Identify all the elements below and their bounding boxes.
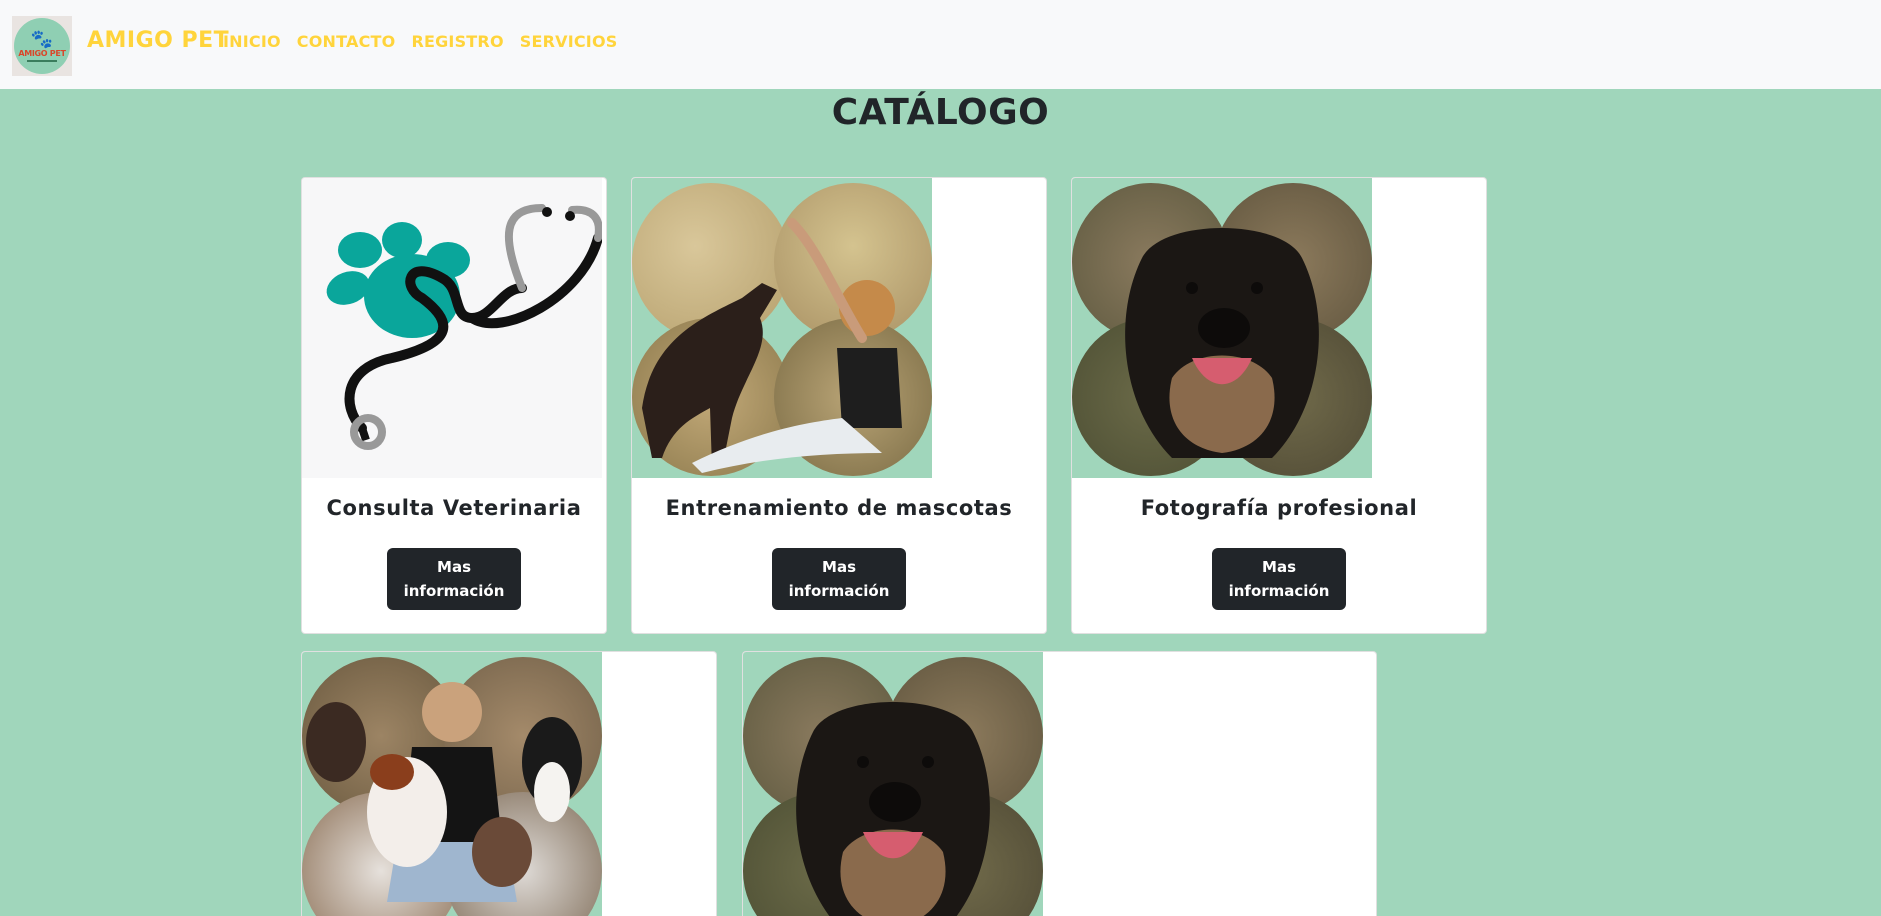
more-info-button[interactable]: Mas información [1212,548,1346,610]
paw-stethoscope-icon [302,178,602,478]
brand-name-link[interactable]: AMIGO PET [87,28,229,53]
brand-logo[interactable]: 🐾 AMIGO PET [12,16,72,76]
service-card-veterinaria: Consulta Veterinaria Mas información [301,177,607,634]
service-card-5 [742,651,1377,916]
nav-links: INICIO CONTACTO REGISTRO SERVICIOS [223,32,617,51]
service-card-4 [301,651,717,916]
dog-portrait-photo [743,652,1043,916]
nav-link-registro[interactable]: REGISTRO [411,32,503,51]
card-title: Entrenamiento de mascotas [665,496,1013,520]
more-info-button[interactable]: Mas información [772,548,906,610]
woman-training-dog-photo [632,178,932,478]
logo-text: AMIGO PET [18,48,66,58]
nav-link-servicios[interactable]: SERVICIOS [520,32,618,51]
dog-portrait-photo [1072,178,1372,478]
card-title: Consulta Veterinaria [326,496,582,520]
logo-underline [27,59,57,62]
service-card-fotografia: Fotografía profesional Mas información [1071,177,1487,634]
nav-link-inicio[interactable]: INICIO [223,32,281,51]
navbar: 🐾 AMIGO PET AMIGO PET INICIO CONTACTO RE… [0,0,1881,89]
woman-with-dogs-photo [302,652,602,916]
nav-link-contacto[interactable]: CONTACTO [297,32,396,51]
service-card-entrenamiento: Entrenamiento de mascotas Mas informació… [631,177,1047,634]
dog-cat-icon: 🐾 [30,28,54,50]
logo-badge: 🐾 AMIGO PET [14,18,70,74]
page-title: CATÁLOGO [831,92,1050,133]
more-info-button[interactable]: Mas información [387,548,521,610]
card-title: Fotografía profesional [1140,496,1418,520]
